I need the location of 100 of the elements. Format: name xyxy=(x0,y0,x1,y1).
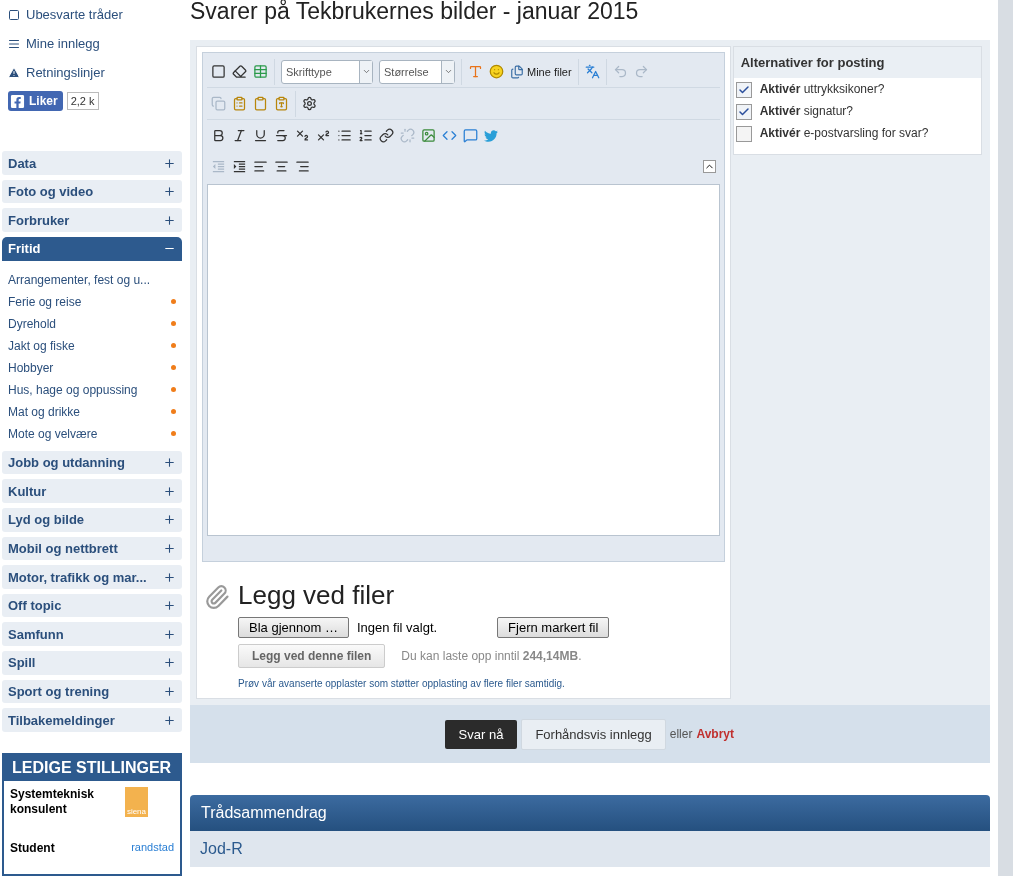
category-item[interactable]: Data xyxy=(2,151,182,175)
quote-icon[interactable] xyxy=(463,128,478,143)
category-item[interactable]: Fritid xyxy=(2,237,182,261)
numbered-list-icon[interactable] xyxy=(358,128,373,143)
square-icon xyxy=(8,8,20,21)
bold-icon[interactable] xyxy=(211,128,226,143)
like-count: 2,2 k xyxy=(66,92,99,111)
like-button[interactable]: Liker xyxy=(8,91,63,112)
browse-button[interactable]: Bla gjennom … xyxy=(238,617,349,638)
checkbox[interactable] xyxy=(735,82,752,98)
source-icon[interactable] xyxy=(211,64,226,79)
link-icon[interactable] xyxy=(379,128,394,143)
category-label: Tilbakemeldinger xyxy=(8,712,115,728)
sidebar-link[interactable]: Mine innlegg xyxy=(2,29,182,59)
option-label: Aktivér e-postvarsling for svar? xyxy=(759,126,929,140)
paste-icon[interactable] xyxy=(232,96,247,111)
or-text: eller xyxy=(669,727,693,741)
advanced-uploader-link[interactable]: Prøv vår avanserte opplaster som støtter opplasting av flere filer samtidig. xyxy=(238,678,610,689)
sidebar-link[interactable]: Retningslinjer xyxy=(2,58,182,88)
plus-icon[interactable] xyxy=(163,713,176,727)
checkbox[interactable] xyxy=(735,126,752,142)
attach-file-button[interactable]: Legg ved denne filen xyxy=(238,644,386,668)
subcategory-item[interactable]: Jakt og fiske xyxy=(2,334,182,357)
smiley-icon[interactable] xyxy=(489,64,504,79)
category-label: Lyd og bilde xyxy=(8,512,85,528)
company-logo: randstad xyxy=(131,841,174,853)
align-left-icon[interactable] xyxy=(253,159,268,174)
submit-button[interactable]: Svar nå xyxy=(444,719,518,749)
category-label: Mobil og nettbrett xyxy=(8,540,118,556)
cancel-link[interactable]: Avbryt xyxy=(696,727,734,741)
align-right-icon[interactable] xyxy=(295,159,310,174)
subcategory-item[interactable]: Mote og velvære xyxy=(2,422,182,445)
preview-button[interactable]: Forhåndsvis innlegg xyxy=(521,718,666,750)
category-label: Sport og trening xyxy=(8,684,110,700)
subcategory-label: Jakt og fiske xyxy=(8,338,75,353)
paste-text-icon[interactable] xyxy=(253,96,268,111)
category-item[interactable]: Foto og video xyxy=(2,179,182,204)
check-icon xyxy=(737,106,750,118)
facebook-icon xyxy=(10,93,25,109)
category-label: Forbruker xyxy=(8,212,70,228)
plus-icon[interactable] xyxy=(163,599,176,613)
plus-icon[interactable] xyxy=(163,484,176,498)
category-item[interactable]: Spill xyxy=(2,651,182,675)
font-dropdown[interactable]: Skrifttype xyxy=(281,59,373,84)
spellcheck-icon[interactable] xyxy=(584,64,600,79)
category-item[interactable]: Off topic xyxy=(2,593,182,618)
category-item[interactable]: Jobb og utdanning xyxy=(2,450,182,475)
subcategory-item[interactable]: Arrangementer, fest og u... xyxy=(2,268,182,291)
category-item[interactable]: Samfunn xyxy=(2,622,182,647)
italic-icon[interactable] xyxy=(232,128,247,143)
category-item[interactable]: Motor, trafikk og mar... xyxy=(2,565,182,589)
category-item[interactable]: Forbruker xyxy=(2,208,182,233)
checkbox[interactable] xyxy=(735,104,752,120)
options-title: Alternativer for posting xyxy=(733,47,981,78)
category-item[interactable]: Kultur xyxy=(2,479,182,503)
plus-icon[interactable] xyxy=(163,513,176,527)
superscript-icon[interactable] xyxy=(316,128,331,143)
paste-word-icon[interactable] xyxy=(274,96,289,111)
eraser-icon[interactable] xyxy=(232,64,247,79)
remove-file-button[interactable]: Fjern markert fil xyxy=(497,617,610,638)
plus-icon[interactable] xyxy=(163,627,176,641)
collapse-icon[interactable] xyxy=(702,160,716,173)
plus-icon[interactable] xyxy=(163,570,176,584)
subcategory-item[interactable]: Hus, hage og oppussing xyxy=(2,378,182,401)
my-files-button[interactable]: Mine filer xyxy=(510,64,572,79)
image-icon[interactable] xyxy=(421,128,436,143)
plus-icon[interactable] xyxy=(163,213,176,227)
plus-icon[interactable] xyxy=(163,156,176,170)
code-icon[interactable] xyxy=(442,128,457,143)
subcategory-label: Dyrehold xyxy=(8,316,57,331)
size-dropdown[interactable]: Størrelse xyxy=(379,59,455,84)
indent-icon[interactable] xyxy=(232,159,247,174)
plus-icon[interactable] xyxy=(163,541,176,555)
plus-icon[interactable] xyxy=(163,685,176,699)
subscript-icon[interactable] xyxy=(295,128,310,143)
subcategory-item[interactable]: Mat og drikke xyxy=(2,400,182,423)
bullet-list-icon[interactable] xyxy=(337,128,352,143)
category-label: Motor, trafikk og mar... xyxy=(8,569,147,585)
subcategory-item[interactable]: Ferie og reise xyxy=(2,290,182,313)
plus-icon[interactable] xyxy=(163,185,176,199)
text-color-icon[interactable] xyxy=(468,64,483,79)
category-item[interactable]: Sport og trening xyxy=(2,679,182,704)
page-title: Svarer på Tekbrukernes bilder - januar 2015 xyxy=(190,0,640,26)
strikethrough-icon[interactable] xyxy=(274,128,289,143)
job-link[interactable]: Systemteknisk konsulent xyxy=(10,787,106,817)
category-item[interactable]: Lyd og bilde xyxy=(2,508,182,532)
job-link[interactable]: Student xyxy=(10,841,106,856)
subcategory-label: Hus, hage og oppussing xyxy=(8,382,138,397)
settings-icon[interactable] xyxy=(302,96,317,111)
category-item[interactable]: Mobil og nettbrett xyxy=(2,536,182,561)
company-logo: siena xyxy=(124,787,148,817)
category-item[interactable]: Tilbakemeldinger xyxy=(2,708,182,732)
underline-icon[interactable] xyxy=(253,128,268,143)
plus-icon[interactable] xyxy=(163,656,176,670)
plus-icon[interactable] xyxy=(163,456,176,470)
subcategory-item[interactable]: Hobbyer xyxy=(2,356,182,379)
subcategory-item[interactable]: Dyrehold xyxy=(2,312,182,335)
sidebar-link[interactable]: Ubesvarte tråder xyxy=(2,0,182,30)
table-icon[interactable] xyxy=(253,64,268,79)
align-center-icon[interactable] xyxy=(274,159,289,174)
